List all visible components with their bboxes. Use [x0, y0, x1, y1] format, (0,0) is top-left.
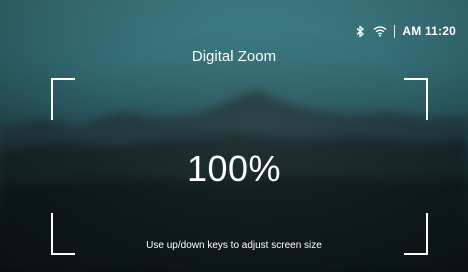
instruction-hint: Use up/down keys to adjust screen size — [146, 240, 322, 251]
bluetooth-icon — [353, 24, 367, 38]
status-divider — [394, 24, 396, 38]
clock: AM 11:20 — [402, 24, 456, 38]
digital-zoom-screen: AM 11:20 Digital Zoom 100% Use up/down k… — [0, 0, 468, 272]
zoom-percentage: 100% — [186, 148, 282, 189]
zoom-frame-corner-top-right — [404, 78, 428, 120]
page-title: Digital Zoom — [191, 48, 277, 65]
status-bar: AM 11:20 — [353, 24, 456, 38]
wifi-icon — [373, 24, 387, 38]
zoom-frame-corner-top-left — [51, 78, 75, 120]
